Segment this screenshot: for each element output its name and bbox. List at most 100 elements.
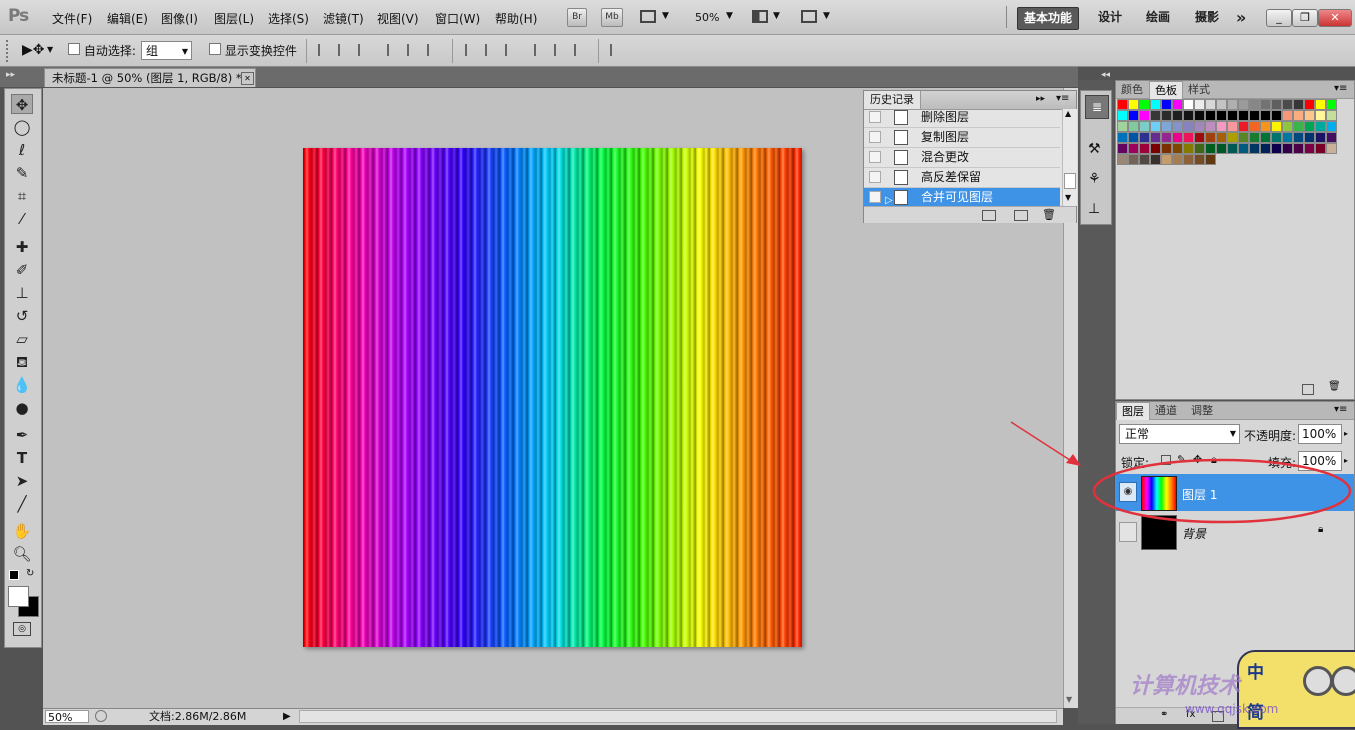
color-swatch[interactable] xyxy=(1128,110,1139,121)
opacity-field[interactable]: 100% xyxy=(1298,424,1342,444)
trash-icon[interactable]: 🗑︎ xyxy=(1328,381,1341,392)
color-swatch[interactable] xyxy=(1117,132,1128,143)
color-swatch[interactable] xyxy=(1172,132,1183,143)
arrange-documents-icon[interactable] xyxy=(752,10,768,23)
color-swatch[interactable] xyxy=(1205,143,1216,154)
color-swatch[interactable] xyxy=(1293,121,1304,132)
color-swatch[interactable] xyxy=(1293,99,1304,110)
history-tab[interactable]: 历史记录 xyxy=(864,91,921,109)
collapse-dock-icon[interactable]: ◂◂ xyxy=(1101,70,1110,80)
menu-edit[interactable]: 编辑(E) xyxy=(107,10,148,27)
eraser-tool-icon[interactable]: ▱ xyxy=(11,329,33,349)
brush-tool-icon[interactable]: ✐ xyxy=(11,260,33,280)
color-swatch[interactable] xyxy=(1205,121,1216,132)
color-swatch[interactable] xyxy=(1216,143,1227,154)
workspace-painting-button[interactable]: 绘画 xyxy=(1140,7,1176,28)
menu-image[interactable]: 图像(I) xyxy=(161,10,198,27)
color-swatch[interactable] xyxy=(1128,99,1139,110)
color-swatch[interactable] xyxy=(1282,110,1293,121)
status-info-icon[interactable] xyxy=(95,710,107,722)
color-swatch[interactable] xyxy=(1172,110,1183,121)
distribute-hcenter-icon[interactable] xyxy=(554,44,570,56)
clone-stamp-tool-icon[interactable]: ⊥ xyxy=(11,283,33,303)
distribute-top-icon[interactable] xyxy=(465,44,481,56)
history-panel-icon[interactable]: ≣ xyxy=(1085,95,1109,119)
color-swatch[interactable] xyxy=(1194,154,1205,165)
chevron-down-icon[interactable]: ▼ xyxy=(662,11,669,21)
color-swatch[interactable] xyxy=(1260,99,1271,110)
color-swatch[interactable] xyxy=(1172,143,1183,154)
color-swatch[interactable] xyxy=(1227,121,1238,132)
mini-bridge-button[interactable]: Mb xyxy=(601,8,623,27)
align-bottom-icon[interactable] xyxy=(358,44,374,56)
auto-align-icon[interactable] xyxy=(610,44,626,56)
color-swatch[interactable] xyxy=(1326,99,1337,110)
color-swatch[interactable] xyxy=(1227,143,1238,154)
restore-button[interactable]: ❐ xyxy=(1292,9,1318,27)
align-hcenter-icon[interactable] xyxy=(407,44,423,56)
history-item[interactable]: 混合更改 xyxy=(864,148,1060,168)
color-swatch[interactable] xyxy=(1271,132,1282,143)
align-right-icon[interactable] xyxy=(427,44,443,56)
history-item[interactable]: 删除图层 xyxy=(864,108,1060,128)
screen-mode-icon[interactable] xyxy=(801,10,817,23)
color-swatch[interactable] xyxy=(1249,99,1260,110)
color-swatch[interactable] xyxy=(1172,121,1183,132)
color-swatch[interactable] xyxy=(1271,99,1282,110)
menu-select[interactable]: 选择(S) xyxy=(268,10,309,27)
history-snapshot-checkbox[interactable] xyxy=(869,131,881,143)
color-swatch[interactable] xyxy=(1117,110,1128,121)
show-transform-option[interactable]: 显示变换控件 xyxy=(209,42,297,59)
crop-tool-icon[interactable]: ⌗ xyxy=(11,186,33,206)
color-swatch[interactable] xyxy=(1238,121,1249,132)
color-swatch[interactable] xyxy=(1128,143,1139,154)
color-swatch[interactable] xyxy=(1139,121,1150,132)
align-left-icon[interactable] xyxy=(387,44,403,56)
color-swatch[interactable] xyxy=(1117,143,1128,154)
scroll-down-icon[interactable]: ▼ xyxy=(1065,193,1071,202)
color-swatch[interactable] xyxy=(1216,132,1227,143)
scroll-up-icon[interactable]: ▲ xyxy=(1065,109,1071,118)
color-swatch[interactable] xyxy=(1183,154,1194,165)
color-swatch[interactable] xyxy=(1183,143,1194,154)
trash-icon[interactable]: 🗑︎ xyxy=(1042,208,1056,221)
distribute-bottom-icon[interactable] xyxy=(505,44,521,56)
history-item-selected[interactable]: ▷ 合并可见图层 xyxy=(864,188,1060,208)
layer-name[interactable]: 背景 xyxy=(1182,525,1206,542)
color-swatch[interactable] xyxy=(1282,143,1293,154)
brush-presets-icon[interactable]: ⚒ xyxy=(1088,141,1101,157)
chevron-down-icon[interactable]: ▼ xyxy=(823,11,830,21)
panel-menu-icon[interactable]: ▾≡ xyxy=(1334,83,1347,94)
color-swatch[interactable] xyxy=(1150,121,1161,132)
color-swatch[interactable] xyxy=(1128,132,1139,143)
lasso-tool-icon[interactable]: ℓ xyxy=(11,140,33,160)
opacity-slider-arrow-icon[interactable]: ▸ xyxy=(1344,424,1354,444)
new-document-from-state-icon[interactable] xyxy=(982,210,996,221)
menu-layer[interactable]: 图层(L) xyxy=(214,10,254,27)
line-tool-icon[interactable]: ╱ xyxy=(11,494,33,514)
paint-bucket-tool-icon[interactable]: ⛾ xyxy=(11,352,33,372)
color-swatch[interactable] xyxy=(1161,110,1172,121)
status-zoom-field[interactable]: 50% xyxy=(45,710,89,724)
color-swatch[interactable] xyxy=(1139,110,1150,121)
color-swatch[interactable] xyxy=(1117,154,1128,165)
color-swatch[interactable] xyxy=(1194,121,1205,132)
color-swatch[interactable] xyxy=(1216,99,1227,110)
type-tool-icon[interactable]: T xyxy=(11,448,33,468)
color-swatch[interactable] xyxy=(1326,110,1337,121)
eyedropper-tool-icon[interactable]: ⁄ xyxy=(11,209,33,229)
color-swatch[interactable] xyxy=(1183,99,1194,110)
chevron-down-icon[interactable]: ▼ xyxy=(726,11,733,21)
color-swatch[interactable] xyxy=(1128,154,1139,165)
color-swatch[interactable] xyxy=(1194,132,1205,143)
menu-help[interactable]: 帮助(H) xyxy=(495,10,537,27)
tab-adjustments[interactable]: 调整 xyxy=(1186,402,1218,419)
history-scrollbar[interactable]: ▲ ▼ xyxy=(1062,109,1077,206)
color-swatch[interactable] xyxy=(1315,143,1326,154)
color-swatch[interactable] xyxy=(1271,143,1282,154)
color-swatch[interactable] xyxy=(1249,121,1260,132)
color-swatch[interactable] xyxy=(1161,154,1172,165)
color-swatch[interactable] xyxy=(1260,132,1271,143)
color-swatch[interactable] xyxy=(1260,121,1271,132)
new-snapshot-icon[interactable] xyxy=(1014,210,1028,221)
